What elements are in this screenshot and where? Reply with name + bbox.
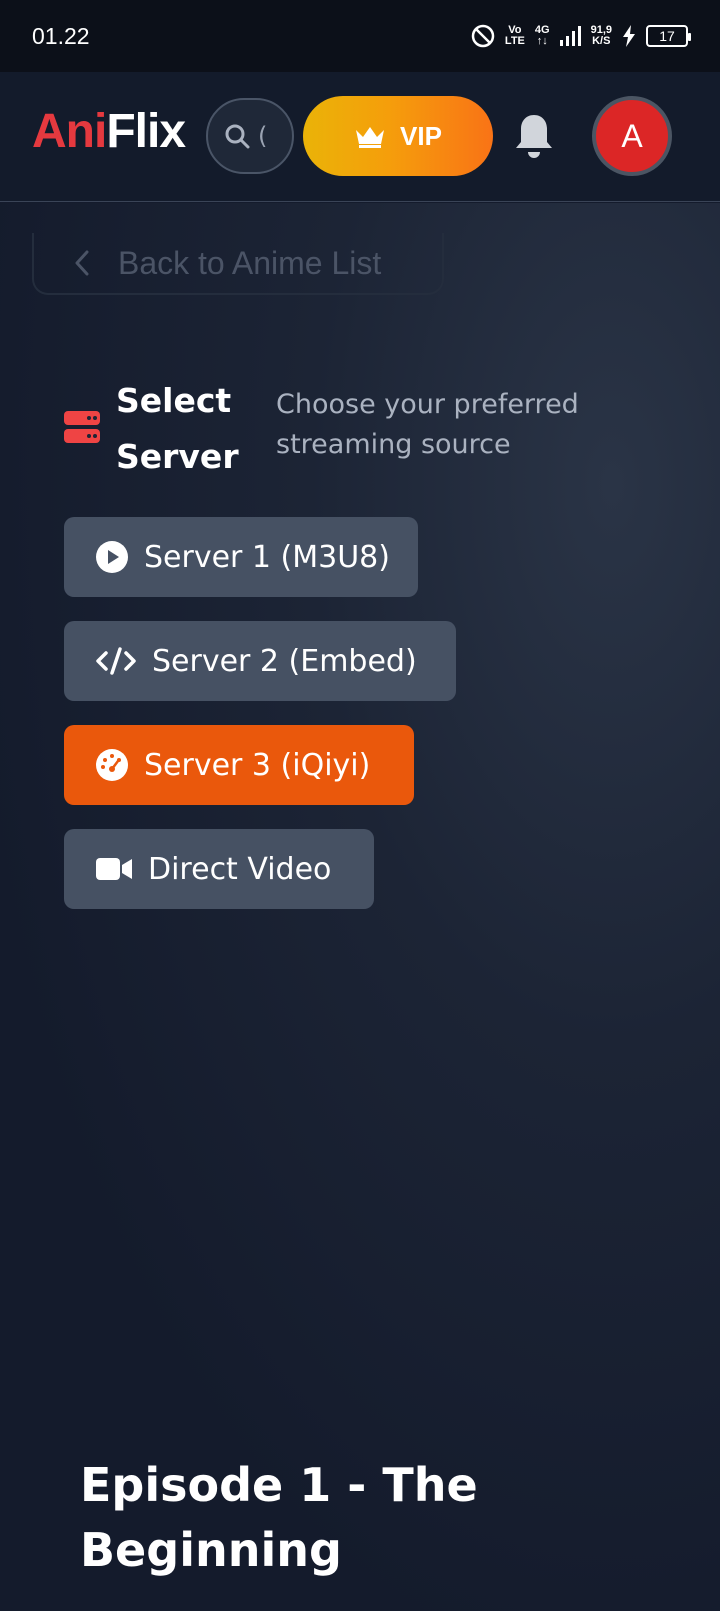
speed-unit: K/S — [592, 35, 611, 47]
battery-indicator: 17 — [646, 25, 691, 47]
direct-video-label: Direct Video — [148, 851, 332, 887]
chevron-left-icon — [75, 250, 89, 276]
signal-icon — [559, 26, 581, 46]
volte-indicator: Vo LTE — [505, 25, 525, 47]
episode-title: Episode 1 - The Beginning — [80, 1458, 478, 1577]
server-section-subtitle: Choose your preferred streaming source — [276, 389, 579, 460]
back-to-anime-list-button[interactable]: Back to Anime List — [32, 233, 444, 295]
status-bar: 01.22 Vo LTE 4G ↑↓ 91,9 K/S 17 — [0, 0, 720, 72]
avatar[interactable]: A — [592, 96, 672, 176]
charging-icon — [623, 25, 635, 47]
gauge-icon — [96, 749, 128, 781]
search-icon — [225, 124, 250, 149]
bell-icon[interactable] — [512, 112, 556, 160]
server-1-button[interactable]: Server 1 (M3U8) — [64, 517, 418, 597]
main-content: Back to Anime List Select Server Choose … — [0, 203, 720, 1611]
status-time: 01.22 — [32, 22, 90, 49]
logo-flix: Flix — [106, 105, 186, 158]
search-input[interactable]: ( — [206, 98, 294, 174]
title-line-1: Select — [116, 381, 232, 420]
status-icons: Vo LTE 4G ↑↓ 91,9 K/S 17 — [471, 24, 691, 48]
network-type: 4G ↑↓ — [535, 25, 550, 47]
app-header: AniFlix ( VIP A — [0, 72, 720, 202]
server-3-button[interactable]: Server 3 (iQiyi) — [64, 725, 414, 805]
vip-button[interactable]: VIP — [303, 96, 493, 176]
title-line-2: Server — [116, 437, 239, 476]
crown-icon — [356, 127, 385, 148]
server-icon — [64, 411, 100, 443]
data-arrows-icon: ↑↓ — [536, 35, 548, 47]
server-1-label: Server 1 (M3U8) — [144, 539, 390, 575]
aniflix-logo[interactable]: AniFlix — [32, 104, 186, 159]
network-speed: 91,9 K/S — [591, 25, 612, 47]
server-2-label: Server 2 (Embed) — [152, 643, 417, 679]
vip-label: VIP — [400, 120, 442, 151]
avatar-letter: A — [621, 117, 643, 154]
server-2-button[interactable]: Server 2 (Embed) — [64, 621, 456, 701]
play-circle-icon — [96, 541, 128, 573]
direct-video-button[interactable]: Direct Video — [64, 829, 374, 909]
volte-bottom: LTE — [504, 35, 525, 47]
server-3-label: Server 3 (iQiyi) — [144, 747, 371, 783]
battery-level: 17 — [659, 28, 675, 44]
logo-ani: Ani — [32, 105, 107, 158]
video-camera-icon — [96, 858, 132, 880]
server-section-header: Select Server Choose your preferred stre… — [64, 373, 616, 485]
server-section-title: Select Server — [116, 373, 256, 485]
do-not-disturb-icon — [471, 24, 495, 48]
back-label: Back to Anime List — [118, 244, 382, 281]
search-placeholder: ( — [258, 122, 268, 150]
code-icon — [96, 647, 136, 675]
